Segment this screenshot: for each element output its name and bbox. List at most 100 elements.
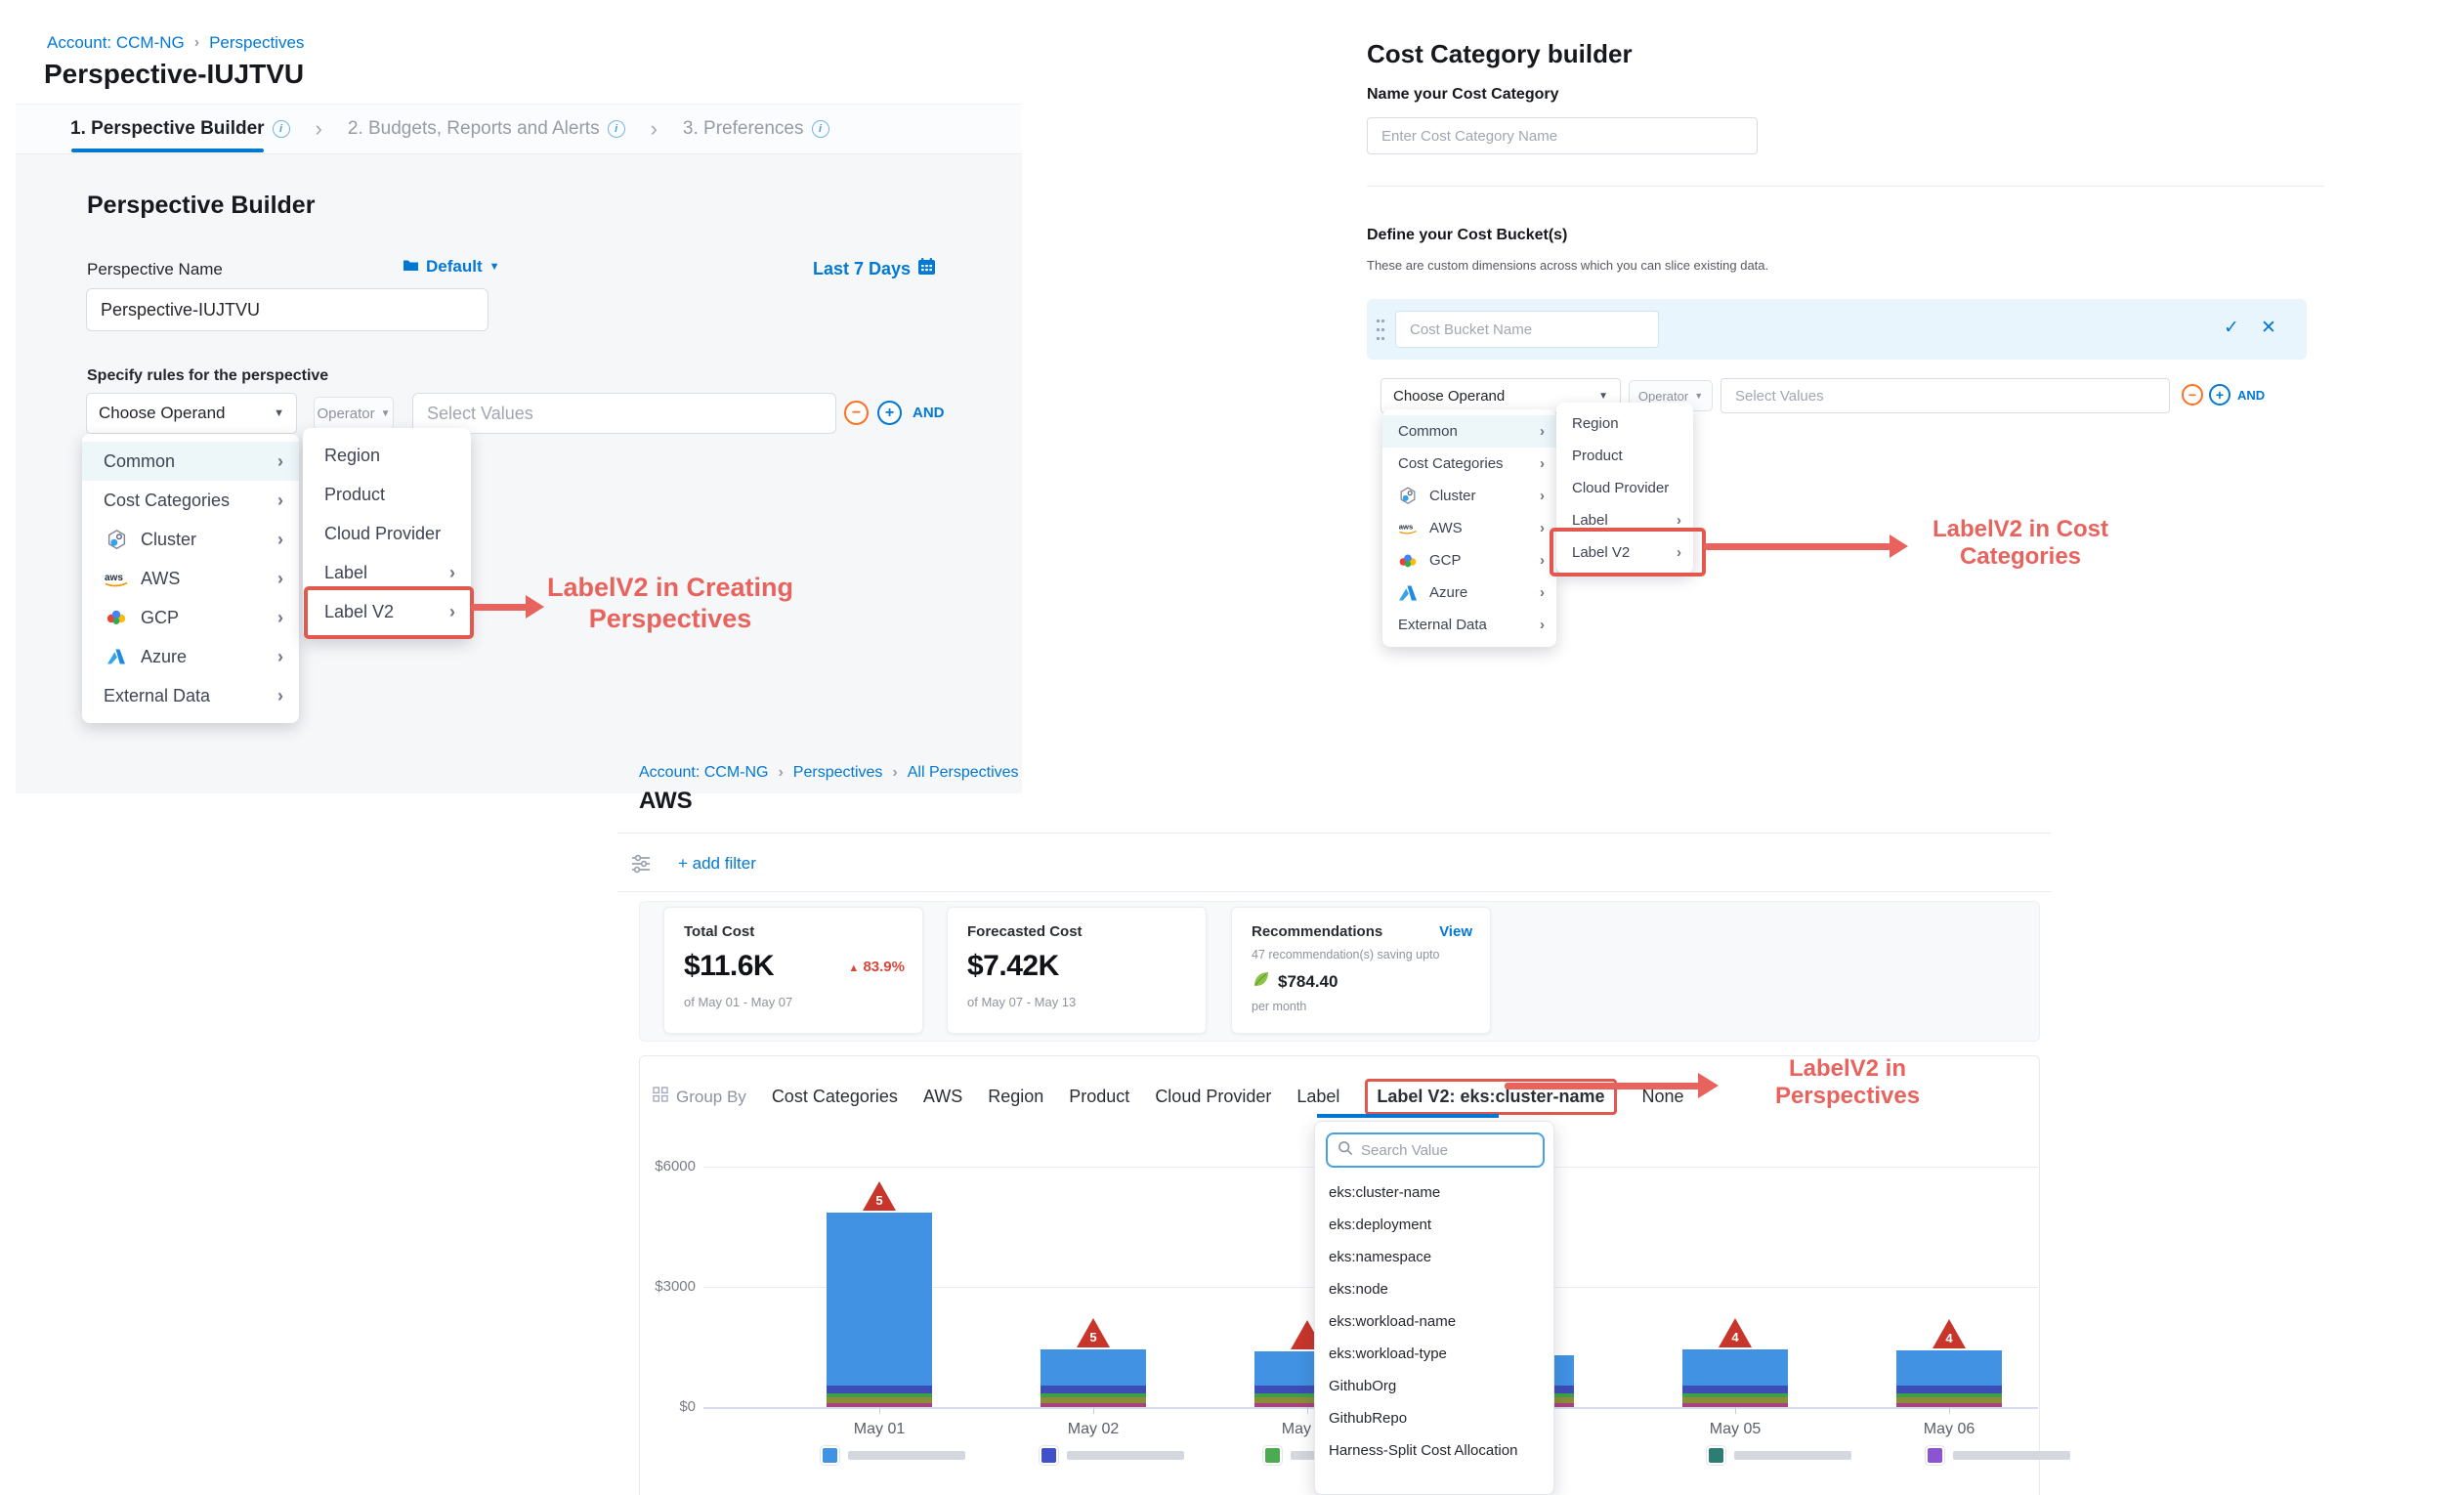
anomaly-badge[interactable]: 4 (1719, 1318, 1752, 1347)
chevron-right-icon: › (277, 569, 283, 589)
menu-item-aws[interactable]: awsAWS› (82, 559, 299, 598)
menu-item-gcp[interactable]: GCP› (82, 598, 299, 637)
submenu-item-label-v2[interactable]: Label V2› (303, 592, 471, 631)
groupby-tab-label[interactable]: Label (1296, 1087, 1339, 1107)
x-axis-tick (1307, 1407, 1308, 1414)
menu-item-common[interactable]: Common› (1382, 415, 1556, 448)
and-operator-button[interactable]: AND (2237, 388, 2265, 403)
chevron-right-icon: › (277, 530, 283, 550)
dropdown-option[interactable]: GithubOrg (1315, 1370, 1553, 1402)
search-value-placeholder: Search Value (1361, 1142, 1448, 1159)
breadcrumb-link[interactable]: Account: CCM-NG (47, 33, 185, 53)
dropdown-option[interactable]: eks:namespace (1315, 1241, 1553, 1273)
submenu-item-cloud-provider[interactable]: Cloud Provider (303, 514, 471, 553)
groupby-tab-product[interactable]: Product (1069, 1087, 1129, 1107)
menu-item-external-data[interactable]: External Data› (82, 676, 299, 715)
wizard-tab[interactable]: 1. Perspective Builderi (70, 118, 290, 140)
groupby-tab-region[interactable]: Region (988, 1087, 1043, 1107)
anomaly-badge[interactable]: 5 (863, 1181, 896, 1211)
filter-icon[interactable] (630, 854, 652, 878)
add-rule-button[interactable]: + (877, 401, 902, 425)
dropdown-option[interactable]: eks:node (1315, 1273, 1553, 1305)
breadcrumb-separator: › (194, 34, 199, 52)
dropdown-option[interactable]: eks:workload-name (1315, 1305, 1553, 1338)
menu-item-common[interactable]: Common› (82, 442, 299, 481)
legend-item[interactable] (1926, 1446, 2070, 1465)
dropdown-option[interactable]: eks:deployment (1315, 1209, 1553, 1241)
and-operator-button[interactable]: AND (913, 405, 945, 421)
stacked-bar-may-01[interactable] (827, 1213, 932, 1407)
groupby-tab-none[interactable]: None (1642, 1087, 1684, 1107)
perspective-name-input[interactable]: Perspective-IUJTVU (86, 288, 489, 331)
dropdown-option[interactable]: eks:cluster-name (1315, 1176, 1553, 1209)
menu-item-gcp[interactable]: GCP› (1382, 544, 1556, 577)
breadcrumb-link[interactable]: Perspectives (209, 33, 304, 53)
stacked-bar-may-06[interactable] (1896, 1350, 2002, 1407)
add-filter-button[interactable]: + add filter (678, 854, 756, 874)
search-value-input[interactable]: Search Value (1326, 1132, 1545, 1168)
cancel-bucket-button[interactable]: ✕ (2261, 317, 2276, 339)
active-groupby-underline (1317, 1114, 1499, 1118)
wizard-tab[interactable]: 3. Preferencesi (683, 118, 829, 140)
view-recommendations-link[interactable]: View (1439, 923, 1472, 940)
submenu-item-label[interactable]: Label› (1556, 504, 1693, 536)
confirm-bucket-button[interactable]: ✓ (2224, 317, 2239, 339)
card-title: Forecasted Cost (967, 923, 1186, 940)
menu-item-azure[interactable]: Azure› (82, 637, 299, 676)
select-values-input[interactable]: Select Values (1721, 378, 2170, 413)
card-title: Recommendations (1252, 923, 1470, 940)
annotation-line: LabelV2 in Creating (535, 573, 805, 604)
dropdown-option[interactable]: eks:workload-type (1315, 1338, 1553, 1370)
operator-select[interactable]: Operator ▼ (314, 397, 394, 430)
date-range-picker[interactable]: Last 7 Days (813, 257, 936, 280)
anomaly-badge[interactable]: 4 (1933, 1319, 1966, 1348)
legend-item[interactable] (1707, 1446, 1851, 1465)
remove-rule-button[interactable]: − (2182, 384, 2203, 406)
submenu-item-label[interactable]: Label› (303, 553, 471, 592)
x-axis-tick-label: May 01 (821, 1421, 938, 1438)
submenu-item-region[interactable]: Region (1556, 407, 1693, 440)
legend-item[interactable] (821, 1446, 965, 1465)
y-axis-tick-label: $6000 (641, 1158, 696, 1175)
submenu-item-cloud-provider[interactable]: Cloud Provider (1556, 472, 1693, 504)
x-axis-tick (879, 1407, 880, 1414)
breadcrumb-link[interactable]: Account: CCM-NG (639, 764, 768, 782)
menu-item-external-data[interactable]: External Data› (1382, 609, 1556, 641)
choose-operand-select[interactable]: Choose Operand ▼ (86, 393, 297, 434)
rules-heading: Specify rules for the perspective (87, 367, 328, 385)
menu-item-cost-categories[interactable]: Cost Categories› (1382, 448, 1556, 480)
menu-item-cost-categories[interactable]: Cost Categories› (82, 481, 299, 520)
submenu-item-label: Product (324, 485, 385, 505)
info-icon: i (608, 120, 625, 138)
submenu-item-region[interactable]: Region (303, 436, 471, 475)
breadcrumb-link[interactable]: Perspectives (793, 764, 883, 782)
folder-selector[interactable]: Default ▼ (403, 257, 500, 277)
annotation-line: LabelV2 in Cost (1913, 516, 2128, 543)
dropdown-option[interactable]: Harness-Split Cost Allocation (1315, 1434, 1553, 1467)
select-values-input[interactable]: Select Values (412, 393, 836, 434)
remove-rule-button[interactable]: − (844, 401, 869, 425)
stacked-bar-may-02[interactable] (1041, 1349, 1146, 1407)
submenu-item-product[interactable]: Product (1556, 440, 1693, 472)
stacked-bar-may-05[interactable] (1682, 1349, 1788, 1407)
menu-item-cluster[interactable]: Cluster› (1382, 480, 1556, 512)
breadcrumb-separator: › (892, 764, 897, 782)
menu-item-aws[interactable]: awsAWS› (1382, 512, 1556, 544)
groupby-tab-cost-categories[interactable]: Cost Categories (772, 1087, 898, 1107)
anomaly-badge[interactable]: 5 (1077, 1318, 1110, 1347)
submenu-item-product[interactable]: Product (303, 475, 471, 514)
add-rule-button[interactable]: + (2209, 384, 2230, 406)
drag-handle-icon[interactable] (1376, 317, 1385, 342)
dropdown-option[interactable]: GithubRepo (1315, 1402, 1553, 1434)
groupby-tab-aws[interactable]: AWS (923, 1087, 962, 1107)
menu-item-cluster[interactable]: Cluster› (82, 520, 299, 559)
cost-category-name-input[interactable]: Enter Cost Category Name (1367, 117, 1758, 154)
menu-item-azure[interactable]: Azure› (1382, 577, 1556, 609)
legend-item[interactable] (1040, 1446, 1184, 1465)
active-tab-underline (71, 149, 264, 152)
cost-bucket-name-input[interactable]: Cost Bucket Name (1395, 311, 1659, 348)
groupby-tab-cloud-provider[interactable]: Cloud Provider (1155, 1087, 1271, 1107)
submenu-item-label-v2[interactable]: Label V2› (1556, 536, 1693, 569)
wizard-tab[interactable]: 2. Budgets, Reports and Alertsi (348, 118, 625, 140)
breadcrumb-link[interactable]: All Perspectives (908, 764, 1019, 782)
